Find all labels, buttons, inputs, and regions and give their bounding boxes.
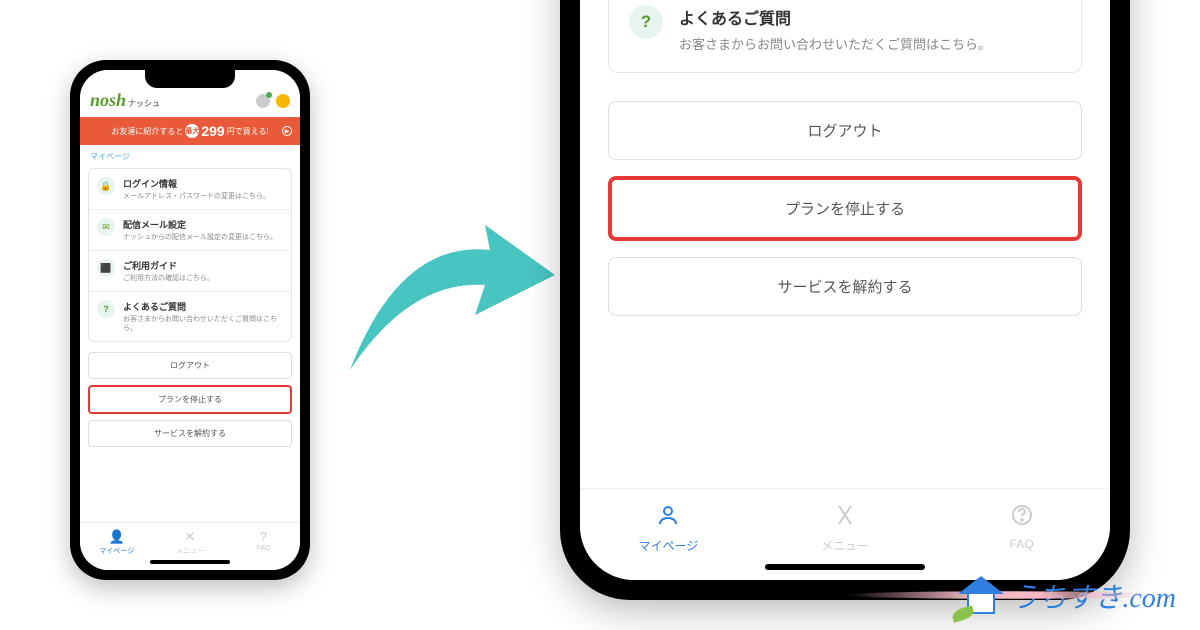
question-icon: ? xyxy=(97,300,115,318)
notch xyxy=(145,70,235,88)
promo-banner[interactable]: お友達に紹介すると 最大 299 円で買える! ▶ xyxy=(80,117,300,145)
settings-card: ご利用ガイド ご利用方法の確認はこちら。 ? よくあるご質問 お客さまからお問い… xyxy=(608,0,1082,73)
row-faq[interactable]: ? よくあるご質問 お客さまからお問い合わせいただくご質問はこちら。 xyxy=(609,0,1081,72)
row-user-guide[interactable]: ⬛ ご利用ガイド ご利用方法の確認はこちら。 xyxy=(89,251,291,292)
tab-menu[interactable]: ✕ メニュー xyxy=(153,529,226,556)
mail-icon: ✉ xyxy=(97,218,115,236)
coin-icon[interactable] xyxy=(276,94,290,108)
brand-logo-text: nosh xyxy=(90,90,126,110)
notification-icon[interactable] xyxy=(256,94,270,108)
row-desc: お客さまからお問い合わせいただくご質問はこちら。 xyxy=(679,35,991,55)
brand-logo: noshナッシュ xyxy=(90,90,160,111)
logout-button[interactable]: ログアウト xyxy=(88,352,292,379)
tab-menu[interactable]: メニュー xyxy=(757,503,934,554)
action-buttons: ログアウト プランを停止する サービスを解約する xyxy=(80,352,300,453)
row-title: ご利用ガイド xyxy=(123,259,214,272)
scroll-area: ご利用ガイド ご利用方法の確認はこちら。 ? よくあるご質問 お客さまからお問い… xyxy=(580,0,1110,488)
row-title: ログイン情報 xyxy=(123,177,270,190)
tab-label: メニュー xyxy=(821,539,869,553)
row-title: 配信メール設定 xyxy=(123,218,277,231)
utensils-icon: ✕ xyxy=(153,529,226,545)
swoosh-decoration xyxy=(846,580,1166,610)
row-login-info[interactable]: 🔒 ログイン情報 メールアドレス・パスワードの変更はこちら。 xyxy=(89,169,291,210)
help-icon: ? xyxy=(227,529,300,544)
arrow-icon xyxy=(340,180,560,380)
tab-label: マイページ xyxy=(638,539,698,553)
settings-card: 🔒 ログイン情報 メールアドレス・パスワードの変更はこちら。 ✉ 配信メール設定… xyxy=(88,168,292,342)
help-icon xyxy=(933,503,1110,534)
cancel-service-button[interactable]: サービスを解約する xyxy=(608,257,1082,316)
phone-mock-small: noshナッシュ お友達に紹介すると 最大 299 円で買える! ▶ マイページ… xyxy=(70,60,310,580)
tab-label: FAQ xyxy=(256,545,270,552)
tab-label: メニュー xyxy=(176,548,204,555)
promo-price: 299 xyxy=(201,123,224,139)
row-mail-settings[interactable]: ✉ 配信メール設定 ナッシュからの配信メール設定の変更はこちら。 xyxy=(89,210,291,251)
screen-small: noshナッシュ お友達に紹介すると 最大 299 円で買える! ▶ マイページ… xyxy=(80,70,300,570)
row-title: よくあるご質問 xyxy=(679,5,991,29)
stop-plan-button[interactable]: プランを停止する xyxy=(608,176,1082,241)
cancel-service-button[interactable]: サービスを解約する xyxy=(88,420,292,447)
utensils-icon xyxy=(757,503,934,534)
tab-label: マイページ xyxy=(99,548,134,555)
tab-mypage[interactable]: 👤 マイページ xyxy=(80,529,153,556)
promo-suffix: 円で買える! xyxy=(227,126,269,137)
action-buttons: ログアウト プランを停止する サービスを解約する xyxy=(608,101,1082,316)
phone-mock-large: ご利用ガイド ご利用方法の確認はこちら。 ? よくあるご質問 お客さまからお問い… xyxy=(560,0,1130,600)
home-indicator xyxy=(150,560,230,564)
watermark-logo: うちすき.com xyxy=(958,576,1176,616)
tab-faq[interactable]: ? FAQ xyxy=(227,529,300,556)
promo-prefix: お友達に紹介すると xyxy=(111,126,183,137)
row-faq[interactable]: ? よくあるご質問 お客さまからお問い合わせいただくご質問はこちら。 xyxy=(89,292,291,341)
question-icon: ? xyxy=(629,5,663,39)
row-desc: ナッシュからの配信メール設定の変更はこちら。 xyxy=(123,233,277,242)
tab-label: FAQ xyxy=(1010,537,1034,551)
play-icon: ▶ xyxy=(282,126,292,136)
row-desc: メールアドレス・パスワードの変更はこちら。 xyxy=(123,192,270,201)
row-desc: お客さまからお問い合わせいただくご質問はこちら。 xyxy=(123,315,283,333)
screen-large: ご利用ガイド ご利用方法の確認はこちら。 ? よくあるご質問 お客さまからお問い… xyxy=(580,0,1110,580)
tab-faq[interactable]: FAQ xyxy=(933,503,1110,554)
row-title: よくあるご質問 xyxy=(123,300,283,313)
brand-logo-jp: ナッシュ xyxy=(128,99,160,108)
guide-icon: ⬛ xyxy=(97,259,115,277)
person-icon xyxy=(580,503,757,534)
row-desc: ご利用方法の確認はこちら。 xyxy=(123,274,214,283)
breadcrumb: マイページ xyxy=(80,145,300,168)
tab-mypage[interactable]: マイページ xyxy=(580,503,757,554)
promo-disc-badge: 最大 xyxy=(185,124,199,138)
home-indicator xyxy=(765,564,925,570)
logout-button[interactable]: ログアウト xyxy=(608,101,1082,160)
person-icon: 👤 xyxy=(80,529,153,545)
house-icon xyxy=(958,576,1004,616)
lock-icon: 🔒 xyxy=(97,177,115,195)
stop-plan-button[interactable]: プランを停止する xyxy=(88,385,292,414)
